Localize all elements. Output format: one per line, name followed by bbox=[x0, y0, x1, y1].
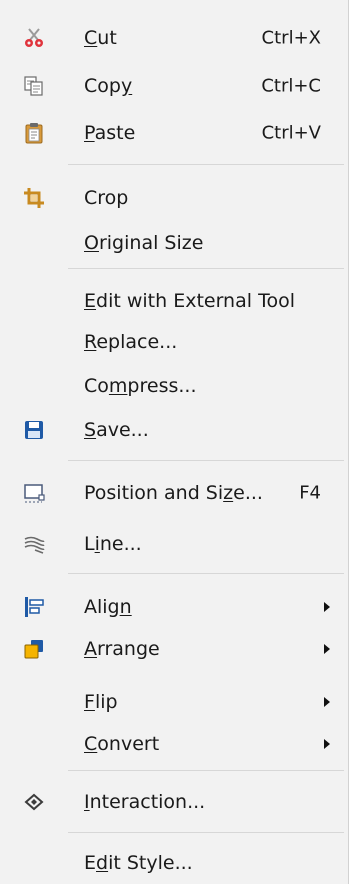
submenu-arrow-icon bbox=[324, 644, 330, 654]
menu-item-label: Copy bbox=[84, 75, 133, 97]
menu-item-convert[interactable]: Convert bbox=[0, 724, 348, 764]
shortcut-label: Ctrl+V bbox=[261, 122, 321, 144]
menu-item-save[interactable]: Save... bbox=[0, 410, 348, 450]
menu-item-label: Flip bbox=[84, 691, 118, 713]
menu-item-replace[interactable]: Replace... bbox=[0, 322, 348, 362]
menu-item-label: Crop bbox=[84, 187, 129, 209]
menu-separator bbox=[68, 832, 344, 833]
line-icon bbox=[23, 533, 45, 555]
shortcut-label: F4 bbox=[299, 482, 321, 504]
position-size-icon bbox=[23, 482, 45, 504]
menu-item-line[interactable]: Line... bbox=[0, 524, 348, 564]
scissors-icon bbox=[23, 27, 45, 49]
menu-item-label: Edit with External Tool bbox=[84, 290, 295, 312]
menu-separator bbox=[68, 460, 344, 461]
save-icon bbox=[23, 419, 45, 441]
menu-separator bbox=[68, 164, 344, 165]
background-window-edge bbox=[349, 0, 354, 884]
menu-item-label: Replace... bbox=[84, 331, 178, 353]
menu-item-label: Cut bbox=[84, 27, 117, 49]
menu-item-label: Paste bbox=[84, 122, 136, 144]
submenu-arrow-icon bbox=[324, 697, 330, 707]
menu-item-edit-external-tool[interactable]: Edit with External Tool bbox=[0, 281, 348, 321]
submenu-arrow-icon bbox=[324, 602, 330, 612]
clipboard-icon bbox=[23, 122, 45, 144]
menu-item-align[interactable]: Align bbox=[0, 587, 348, 627]
align-icon bbox=[23, 596, 45, 618]
menu-item-position-and-size[interactable]: Position and Size... F4 bbox=[0, 473, 348, 513]
menu-item-compress[interactable]: Compress... bbox=[0, 366, 348, 406]
menu-separator bbox=[68, 573, 344, 574]
context-menu: Cut Ctrl+X Copy Ctrl+C Paste Ctrl+V Crop… bbox=[0, 0, 349, 884]
menu-item-label: Original Size bbox=[84, 232, 204, 254]
menu-item-flip[interactable]: Flip bbox=[0, 682, 348, 722]
menu-item-copy[interactable]: Copy Ctrl+C bbox=[0, 66, 348, 106]
menu-item-cut[interactable]: Cut Ctrl+X bbox=[0, 18, 348, 58]
submenu-arrow-icon bbox=[324, 739, 330, 749]
menu-separator bbox=[68, 770, 344, 771]
copy-icon bbox=[23, 75, 45, 97]
interaction-icon bbox=[23, 791, 45, 813]
menu-separator bbox=[68, 268, 344, 269]
menu-item-label: Save... bbox=[84, 419, 149, 441]
menu-item-label: Line... bbox=[84, 533, 142, 555]
menu-item-interaction[interactable]: Interaction... bbox=[0, 782, 348, 822]
menu-item-original-size[interactable]: Original Size bbox=[0, 223, 348, 263]
menu-item-label: Convert bbox=[84, 733, 160, 755]
menu-item-label: Edit Style... bbox=[84, 852, 193, 874]
menu-item-label: Arrange bbox=[84, 638, 160, 660]
arrange-icon bbox=[23, 638, 45, 660]
crop-icon bbox=[23, 187, 45, 209]
menu-item-edit-style[interactable]: Edit Style... bbox=[0, 843, 348, 883]
shortcut-label: Ctrl+X bbox=[261, 27, 321, 49]
menu-item-arrange[interactable]: Arrange bbox=[0, 629, 348, 669]
shortcut-label: Ctrl+C bbox=[261, 75, 321, 97]
menu-item-label: Align bbox=[84, 596, 132, 618]
menu-item-label: Interaction... bbox=[84, 791, 206, 813]
menu-item-crop[interactable]: Crop bbox=[0, 178, 348, 218]
menu-item-label: Compress... bbox=[84, 375, 197, 397]
menu-item-paste[interactable]: Paste Ctrl+V bbox=[0, 113, 348, 153]
menu-item-label: Position and Size... bbox=[84, 482, 263, 504]
